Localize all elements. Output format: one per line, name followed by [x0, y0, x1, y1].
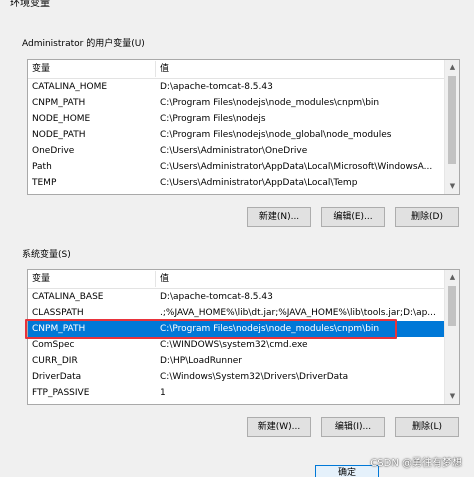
scroll-down-icon[interactable]: ▼ [445, 179, 459, 194]
user-var-row[interactable]: CATALINA_HOME D:\apache-tomcat-8.5.43 [28, 79, 444, 95]
system-delete-button[interactable]: 删除(L) [395, 417, 459, 437]
user-vars-label: Administrator 的用户变量(U) [22, 39, 145, 49]
variable-name: NODE_HOME [32, 114, 91, 124]
system-vars-label: 系统变量(S) [22, 250, 71, 260]
variable-name: ComSpec [32, 340, 75, 350]
system-var-row[interactable]: FTP_PASSIVE 1 [28, 385, 444, 401]
user-vars-list[interactable]: 变量 值 CATALINA_HOME D:\apache-tomcat-8.5.4… [27, 59, 460, 195]
variable-name: FTP_PASSIVE [32, 388, 90, 398]
scroll-down-icon[interactable]: ▼ [445, 389, 459, 404]
user-vars-header: 变量 值 [28, 60, 444, 79]
variable-name: NODE_PATH [32, 130, 86, 140]
scroll-up-icon[interactable]: ▲ [445, 270, 459, 285]
system-edit-button[interactable]: 编辑(I)... [321, 417, 385, 437]
user-var-row[interactable]: NODE_HOME C:\Program Files\nodejs [28, 111, 444, 127]
variable-value: 1 [160, 388, 166, 398]
user-var-row[interactable]: CNPM_PATH C:\Program Files\nodejs\node_mo… [28, 95, 444, 111]
system-var-row[interactable]: DriverData C:\Windows\System32\Drivers\Dr… [28, 369, 444, 385]
system-vars-header: 变量 值 [28, 270, 444, 289]
user-edit-button[interactable]: 编辑(E)... [321, 207, 385, 227]
variable-value: C:\Windows\System32\Drivers\DriverData [160, 372, 349, 382]
variable-value: C:\Users\Administrator\OneDrive [160, 146, 308, 156]
user-vars-col-value[interactable]: 值 [160, 63, 169, 76]
scroll-thumb[interactable] [448, 286, 456, 326]
variable-name: DriverData [32, 372, 82, 382]
user-var-row[interactable]: OneDrive C:\Users\Administrator\OneDrive [28, 143, 444, 159]
system-var-row[interactable]: ComSpec C:\WINDOWS\system32\cmd.exe [28, 337, 444, 353]
variable-name: CNPM_PATH [32, 98, 86, 108]
variable-value: C:\Program Files\nodejs [160, 114, 266, 124]
user-var-row[interactable]: NODE_PATH C:\Program Files\nodejs\node_gl… [28, 127, 444, 143]
system-vars-scrollbar[interactable]: ▲ ▼ [444, 270, 459, 404]
variable-value: C:\Program Files\nodejs\node_global\node… [160, 130, 392, 140]
user-var-row[interactable]: Path C:\Users\Administrator\AppData\Local… [28, 159, 444, 175]
variable-name: CATALINA_BASE [32, 292, 104, 302]
variable-name: OneDrive [32, 146, 75, 156]
window-title: 环境变量 [10, 0, 50, 9]
variable-name: TEMP [32, 178, 57, 188]
user-vars-scrollbar[interactable]: ▲ ▼ [444, 60, 459, 194]
user-delete-button[interactable]: 删除(D) [395, 207, 459, 227]
variable-name: Path [32, 162, 52, 172]
variable-name: CATALINA_HOME [32, 82, 108, 92]
watermark: CSDN @勇往有梦想 [370, 458, 462, 469]
system-var-row[interactable]: CATALINA_BASE D:\apache-tomcat-8.5.43 [28, 289, 444, 305]
variable-name: CURR_DIR [32, 356, 78, 366]
variable-value: C:\Program Files\nodejs\node_modules\cnp… [160, 98, 380, 108]
user-vars-col-name[interactable]: 变量 [32, 63, 50, 76]
user-var-row[interactable]: TEMP C:\Users\Administrator\AppData\Local… [28, 175, 444, 191]
variable-value: D:\apache-tomcat-8.5.43 [160, 292, 273, 302]
highlight-annotation-box [25, 319, 397, 339]
variable-value: C:\Users\Administrator\AppData\Local\Tem… [160, 178, 358, 188]
variable-value: D:\apache-tomcat-8.5.43 [160, 82, 273, 92]
scroll-up-icon[interactable]: ▲ [445, 60, 459, 75]
system-vars-col-value[interactable]: 值 [160, 273, 169, 286]
scroll-thumb[interactable] [448, 76, 456, 164]
system-vars-col-name[interactable]: 变量 [32, 273, 50, 286]
variable-value: C:\WINDOWS\system32\cmd.exe [160, 340, 308, 350]
system-var-row[interactable]: CURR_DIR D:\HP\LoadRunner [28, 353, 444, 369]
variable-value: D:\HP\LoadRunner [160, 356, 243, 366]
user-new-button[interactable]: 新建(N)... [247, 207, 311, 227]
system-new-button[interactable]: 新建(W)... [247, 417, 311, 437]
variable-value: C:\Users\Administrator\AppData\Local\Mic… [160, 162, 433, 172]
